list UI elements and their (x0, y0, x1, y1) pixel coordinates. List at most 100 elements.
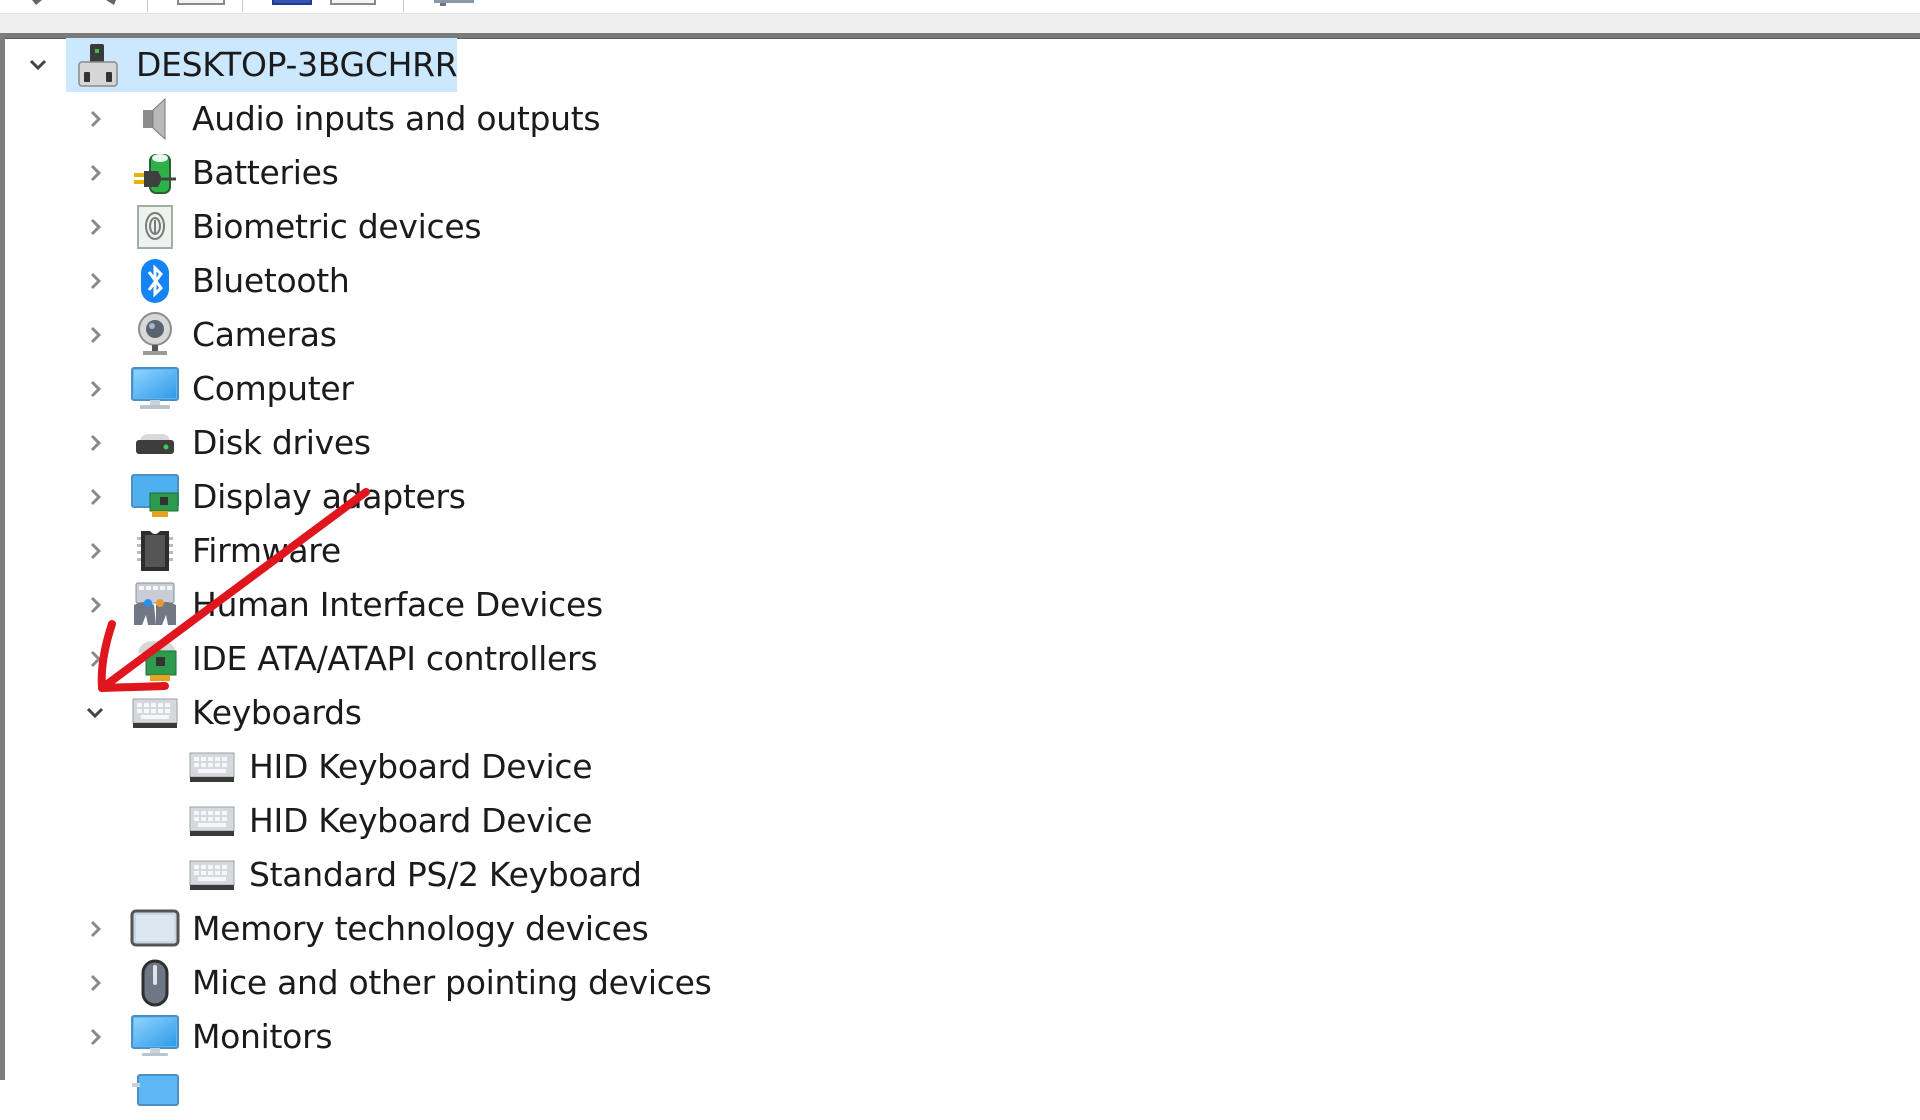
tree-item-label: Human Interface Devices (192, 585, 603, 624)
chevron-right-icon (90, 272, 102, 290)
battery-icon (130, 149, 180, 197)
scan-hardware-button[interactable] (432, 0, 482, 6)
tree-root-label: DESKTOP-3BGCHRR (136, 45, 458, 84)
expand-chevron[interactable] (80, 632, 110, 686)
expand-chevron[interactable] (80, 92, 110, 146)
chevron-right-icon (90, 920, 102, 938)
tree-item-biometric[interactable]: Biometric devices (5, 200, 705, 254)
expand-chevron[interactable] (80, 1010, 110, 1064)
tree-item-label: Biometric devices (192, 207, 482, 246)
tree-item-hid-keyboard-device[interactable]: HID Keyboard Device (5, 740, 705, 794)
tree-item-label: Keyboards (192, 693, 362, 732)
chevron-right-icon (90, 380, 102, 398)
mouse-icon (130, 959, 180, 1007)
monitor-icon (130, 1013, 180, 1061)
tree-item-firmware[interactable]: Firmware (5, 524, 705, 578)
speaker-icon (130, 95, 180, 143)
back-button[interactable] (30, 0, 46, 5)
disk-drive-icon (130, 419, 180, 467)
tree-item-label: HID Keyboard Device (249, 801, 593, 840)
tree-item-label: Monitors (192, 1017, 333, 1056)
keyboard-icon (187, 797, 237, 845)
tree-item-label: IDE ATA/ATAPI controllers (192, 639, 598, 678)
network-adapter-icon (130, 1072, 180, 1120)
tree-item-ide-controllers[interactable]: IDE ATA/ATAPI controllers (5, 632, 705, 686)
tree-item-label: Cameras (192, 315, 337, 354)
chevron-right-icon (90, 164, 102, 182)
tree-item-label: Computer (192, 369, 354, 408)
tree-item-mice[interactable]: Mice and other pointing devices (5, 956, 765, 1010)
arrow-left-icon (32, 0, 42, 5)
display-adapter-icon (130, 473, 180, 521)
tree-item-human-interface-devices[interactable]: Human Interface Devices (5, 578, 705, 632)
chevron-right-icon (90, 596, 102, 614)
tree-item-cameras[interactable]: Cameras (5, 308, 705, 362)
tree-item-label: Disk drives (192, 423, 371, 462)
chevron-right-icon (90, 218, 102, 236)
tree-item-hid-keyboard-device[interactable]: HID Keyboard Device (5, 794, 705, 848)
expand-chevron[interactable] (80, 254, 110, 308)
expand-chevron[interactable] (80, 362, 110, 416)
expand-chevron[interactable] (80, 308, 110, 362)
tree-item-standard-ps2-keyboard[interactable]: Standard PS/2 Keyboard (5, 848, 705, 902)
expand-chevron[interactable] (80, 578, 110, 632)
tree-item-label: Batteries (192, 153, 339, 192)
expand-chevron[interactable] (80, 146, 110, 200)
help-button[interactable] (330, 0, 376, 5)
tree-item-bluetooth[interactable]: Bluetooth (5, 254, 705, 308)
expand-chevron[interactable] (80, 416, 110, 470)
fingerprint-icon (130, 203, 180, 251)
tree-item-monitors[interactable]: Monitors (5, 1010, 705, 1064)
chevron-right-icon (90, 974, 102, 992)
tree-item-label: Audio inputs and outputs (192, 99, 601, 138)
tree-item-label: HID Keyboard Device (249, 747, 593, 786)
tree-item-disk-drives[interactable]: Disk drives (5, 416, 705, 470)
forward-button[interactable] (104, 0, 120, 5)
toolbar-bottom-band (0, 13, 1920, 34)
tree-item-display-adapters[interactable]: Display adapters (5, 470, 705, 524)
monitor-icon (130, 365, 180, 413)
keyboard-icon (187, 743, 237, 791)
chevron-down-icon (29, 59, 47, 71)
expand-chevron[interactable] (80, 956, 110, 1010)
expand-chevron[interactable] (80, 200, 110, 254)
tree-item-keyboards[interactable]: Keyboards (5, 686, 705, 740)
tree-item-label: Memory technology devices (192, 909, 649, 948)
expand-chevron[interactable] (80, 470, 110, 524)
expand-chevron[interactable] (80, 524, 110, 578)
tree-item-network-adapters[interactable] (5, 1064, 705, 1118)
toolbar (0, 0, 1920, 13)
chevron-right-icon (90, 542, 102, 560)
collapse-chevron[interactable] (23, 38, 53, 92)
bluetooth-icon (130, 257, 180, 305)
chevron-down-icon (86, 707, 104, 719)
expand-chevron[interactable] (80, 902, 110, 956)
tree-item-label: Firmware (192, 531, 341, 570)
collapse-chevron[interactable] (80, 686, 110, 740)
webcam-icon (130, 311, 180, 359)
tree-item-computer[interactable]: Computer (5, 362, 705, 416)
toolbar-separator (403, 0, 404, 12)
device-tree[interactable]: DESKTOP-3BGCHRR Audio inputs and outputs… (5, 38, 1920, 1106)
monitor-icon (434, 0, 474, 6)
keyboard-icon (130, 689, 180, 737)
tree-item-label: Mice and other pointing devices (192, 963, 712, 1002)
arrow-right-icon (106, 0, 116, 5)
tree-item-audio[interactable]: Audio inputs and outputs (5, 92, 705, 146)
ide-controller-icon (130, 635, 180, 683)
tree-item-label: Display adapters (192, 477, 466, 516)
chevron-right-icon (90, 434, 102, 452)
tree-root[interactable]: DESKTOP-3BGCHRR (5, 38, 605, 92)
tree-item-memory-technology-devices[interactable]: Memory technology devices (5, 902, 765, 956)
tree-item-label: Bluetooth (192, 261, 350, 300)
update-driver-button[interactable] (272, 0, 312, 5)
toolbar-separator (242, 0, 243, 12)
chevron-right-icon (90, 1028, 102, 1046)
chevron-right-icon (90, 488, 102, 506)
properties-button[interactable] (177, 0, 225, 5)
chevron-right-icon (90, 326, 102, 344)
tree-item-label: Standard PS/2 Keyboard (249, 855, 642, 894)
tree-item-batteries[interactable]: Batteries (5, 146, 705, 200)
chevron-right-icon (90, 110, 102, 128)
toolbar-separator (147, 0, 148, 12)
